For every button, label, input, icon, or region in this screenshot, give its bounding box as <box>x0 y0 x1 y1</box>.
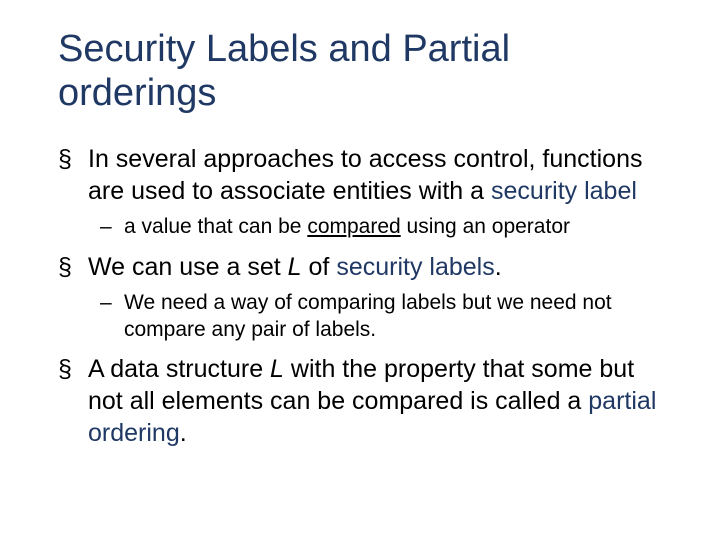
bullet-list: In several approaches to access control,… <box>58 143 672 449</box>
bullet-2-post: . <box>495 253 502 281</box>
bullet-3-post: . <box>180 419 187 447</box>
bullet-2-pre: We can use a set <box>88 253 288 281</box>
bullet-1-sub-1-underline: compared <box>307 215 400 238</box>
bullet-2-italic: L <box>288 253 302 281</box>
slide: Security Labels and Partial orderings In… <box>0 0 720 540</box>
bullet-2: We can use a set L of security labels. W… <box>58 251 672 344</box>
bullet-2-sublist: We need a way of comparing labels but we… <box>88 289 672 344</box>
bullet-3: A data structure L with the property tha… <box>58 353 672 449</box>
bullet-1-sub-1: a value that can be compared using an op… <box>100 213 672 240</box>
bullet-3-italic: L <box>270 355 284 383</box>
bullet-3-pre: A data structure <box>88 355 270 383</box>
bullet-1-sublist: a value that can be compared using an op… <box>88 213 672 240</box>
bullet-2-highlight: security labels <box>336 253 494 281</box>
bullet-1-sub-1-pre: a value that can be <box>124 215 307 238</box>
bullet-1-highlight: security label <box>491 177 637 205</box>
bullet-1-sub-1-post: using an operator <box>401 215 570 238</box>
bullet-2-sub-1: We need a way of comparing labels but we… <box>100 289 672 344</box>
bullet-2-mid: of <box>302 253 337 281</box>
bullet-1: In several approaches to access control,… <box>58 143 672 240</box>
slide-title: Security Labels and Partial orderings <box>58 28 672 115</box>
